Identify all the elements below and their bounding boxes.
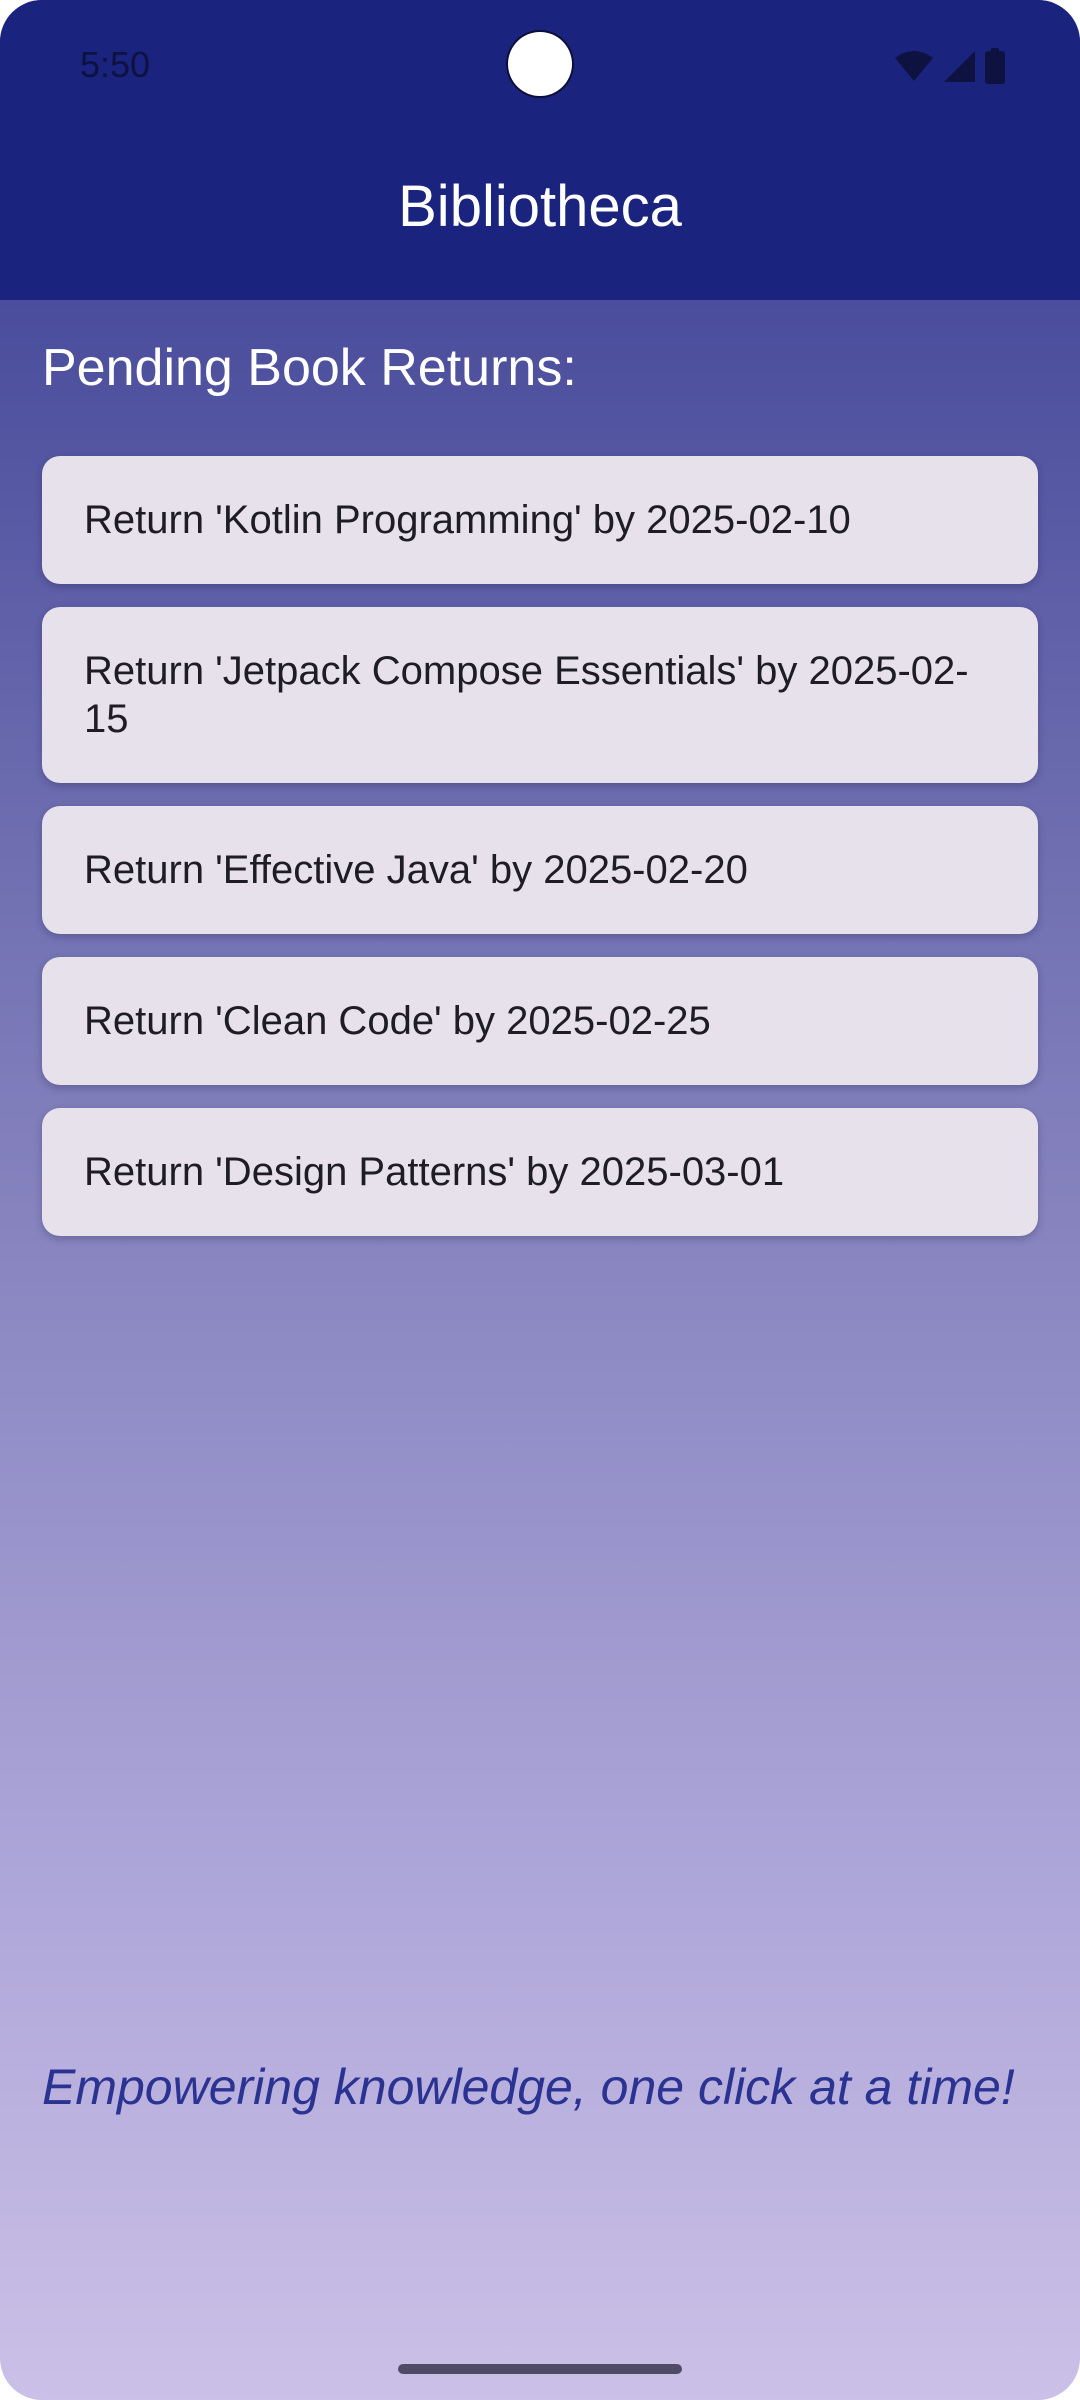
home-gesture-bar[interactable] — [398, 2364, 682, 2374]
return-card[interactable]: Return 'Design Patterns' by 2025-03-01 — [42, 1108, 1038, 1236]
phone-screen: 5:50 Bibliotheca Pending Book Returns: R… — [0, 0, 1080, 2400]
return-card[interactable]: Return 'Clean Code' by 2025-02-25 — [42, 957, 1038, 1085]
tagline: Empowering knowledge, one click at a tim… — [42, 2059, 1015, 2115]
return-card[interactable]: Return 'Jetpack Compose Essentials' by 2… — [42, 607, 1038, 783]
return-card[interactable]: Return 'Kotlin Programming' by 2025-02-1… — [42, 456, 1038, 584]
cellular-signal-icon — [944, 51, 975, 82]
camera-cutout — [508, 32, 572, 96]
return-card[interactable]: Return 'Effective Java' by 2025-02-20 — [42, 806, 1038, 934]
app-title: Bibliotheca — [398, 174, 682, 239]
return-text: Return 'Kotlin Programming' by 2025-02-1… — [84, 498, 851, 542]
status-time: 5:50 — [80, 44, 151, 85]
section-title: Pending Book Returns: — [42, 339, 577, 397]
wifi-icon — [895, 51, 933, 81]
battery-icon — [985, 48, 1005, 84]
return-text: Return 'Jetpack Compose Essentials' by 2… — [84, 649, 969, 741]
return-text: Return 'Design Patterns' by 2025-03-01 — [84, 1150, 785, 1194]
app-top-bar: 5:50 Bibliotheca — [0, 0, 1080, 300]
returns-list: Return 'Kotlin Programming' by 2025-02-1… — [42, 456, 1038, 1259]
return-text: Return 'Effective Java' by 2025-02-20 — [84, 848, 748, 892]
status-icons — [894, 48, 1006, 84]
return-text: Return 'Clean Code' by 2025-02-25 — [84, 999, 711, 1043]
